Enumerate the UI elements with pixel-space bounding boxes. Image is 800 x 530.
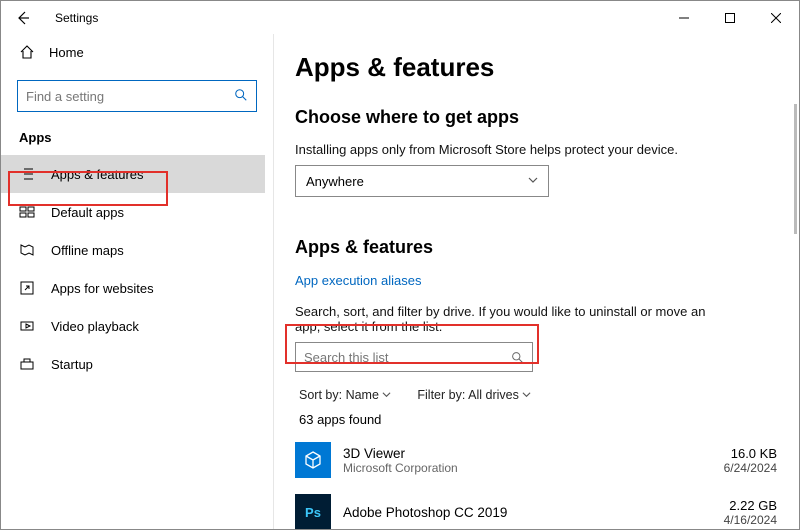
- panel-divider: [273, 34, 274, 529]
- startup-icon: [19, 356, 35, 372]
- app-publisher: Microsoft Corporation: [343, 461, 458, 475]
- maximize-button[interactable]: [707, 3, 753, 33]
- app-list-search-placeholder: Search this list: [304, 350, 389, 365]
- choose-desc: Installing apps only from Microsoft Stor…: [295, 142, 777, 157]
- sidebar: Home Apps Apps & features Default apps O…: [1, 34, 273, 529]
- list-icon: [19, 166, 35, 182]
- sort-by[interactable]: Sort by: Name: [299, 388, 391, 402]
- sidebar-home[interactable]: Home: [1, 34, 265, 70]
- minimize-button[interactable]: [661, 3, 707, 33]
- sidebar-item-label: Apps for websites: [51, 281, 154, 296]
- sidebar-item-label: Startup: [51, 357, 93, 372]
- app-name: Adobe Photoshop CC 2019: [343, 505, 507, 520]
- page-title: Apps & features: [295, 52, 777, 83]
- sidebar-item-apps-websites[interactable]: Apps for websites: [1, 269, 265, 307]
- video-icon: [19, 318, 35, 334]
- app-source-select[interactable]: Anywhere: [295, 165, 549, 197]
- sidebar-item-apps-features[interactable]: Apps & features: [1, 155, 265, 193]
- sort-label: Sort by:: [299, 388, 342, 402]
- chevron-down-icon: [528, 175, 538, 188]
- list-desc: Search, sort, and filter by drive. If yo…: [295, 304, 715, 334]
- choose-heading: Choose where to get apps: [295, 107, 777, 128]
- app-name: 3D Viewer: [343, 446, 458, 461]
- app-icon: [295, 442, 331, 478]
- search-icon: [511, 351, 524, 364]
- window-title: Settings: [55, 11, 98, 25]
- scrollbar-thumb[interactable]: [794, 104, 797, 234]
- sidebar-item-video-playback[interactable]: Video playback: [1, 307, 265, 345]
- launch-icon: [19, 280, 35, 296]
- alias-link[interactable]: App execution aliases: [295, 273, 421, 288]
- sidebar-item-label: Offline maps: [51, 243, 124, 258]
- sidebar-search[interactable]: [17, 80, 257, 112]
- search-icon: [234, 88, 248, 105]
- filter-value: All drives: [468, 388, 519, 402]
- app-source-value: Anywhere: [306, 174, 364, 189]
- app-icon: Ps: [295, 494, 331, 529]
- list-heading: Apps & features: [295, 237, 777, 258]
- sidebar-item-label: Apps & features: [51, 167, 144, 182]
- chevron-down-icon: [522, 390, 531, 399]
- back-button[interactable]: [9, 4, 37, 32]
- defaults-icon: [19, 204, 35, 220]
- close-button[interactable]: [753, 3, 799, 33]
- app-date: 6/24/2024: [724, 461, 777, 475]
- map-icon: [19, 242, 35, 258]
- sidebar-search-input[interactable]: [26, 89, 234, 104]
- home-icon: [19, 44, 35, 60]
- app-row[interactable]: 3D Viewer Microsoft Corporation 16.0 KB …: [295, 437, 777, 483]
- app-size: 2.22 GB: [724, 498, 777, 513]
- main-content: Apps & features Choose where to get apps…: [273, 34, 799, 529]
- app-list-search[interactable]: Search this list: [295, 342, 533, 372]
- sidebar-category: Apps: [19, 130, 265, 145]
- sort-value: Name: [346, 388, 379, 402]
- sidebar-item-offline-maps[interactable]: Offline maps: [1, 231, 265, 269]
- app-row[interactable]: Ps Adobe Photoshop CC 2019 2.22 GB 4/16/…: [295, 489, 777, 529]
- filter-by[interactable]: Filter by: All drives: [417, 388, 531, 402]
- chevron-down-icon: [382, 390, 391, 399]
- app-size: 16.0 KB: [724, 446, 777, 461]
- filter-label: Filter by:: [417, 388, 465, 402]
- sidebar-item-startup[interactable]: Startup: [1, 345, 265, 383]
- app-count: 63 apps found: [299, 412, 777, 427]
- vertical-scrollbar[interactable]: [791, 34, 797, 527]
- sidebar-item-label: Default apps: [51, 205, 124, 220]
- sidebar-home-label: Home: [49, 45, 84, 60]
- sidebar-item-label: Video playback: [51, 319, 139, 334]
- app-date: 4/16/2024: [724, 513, 777, 527]
- sidebar-item-default-apps[interactable]: Default apps: [1, 193, 265, 231]
